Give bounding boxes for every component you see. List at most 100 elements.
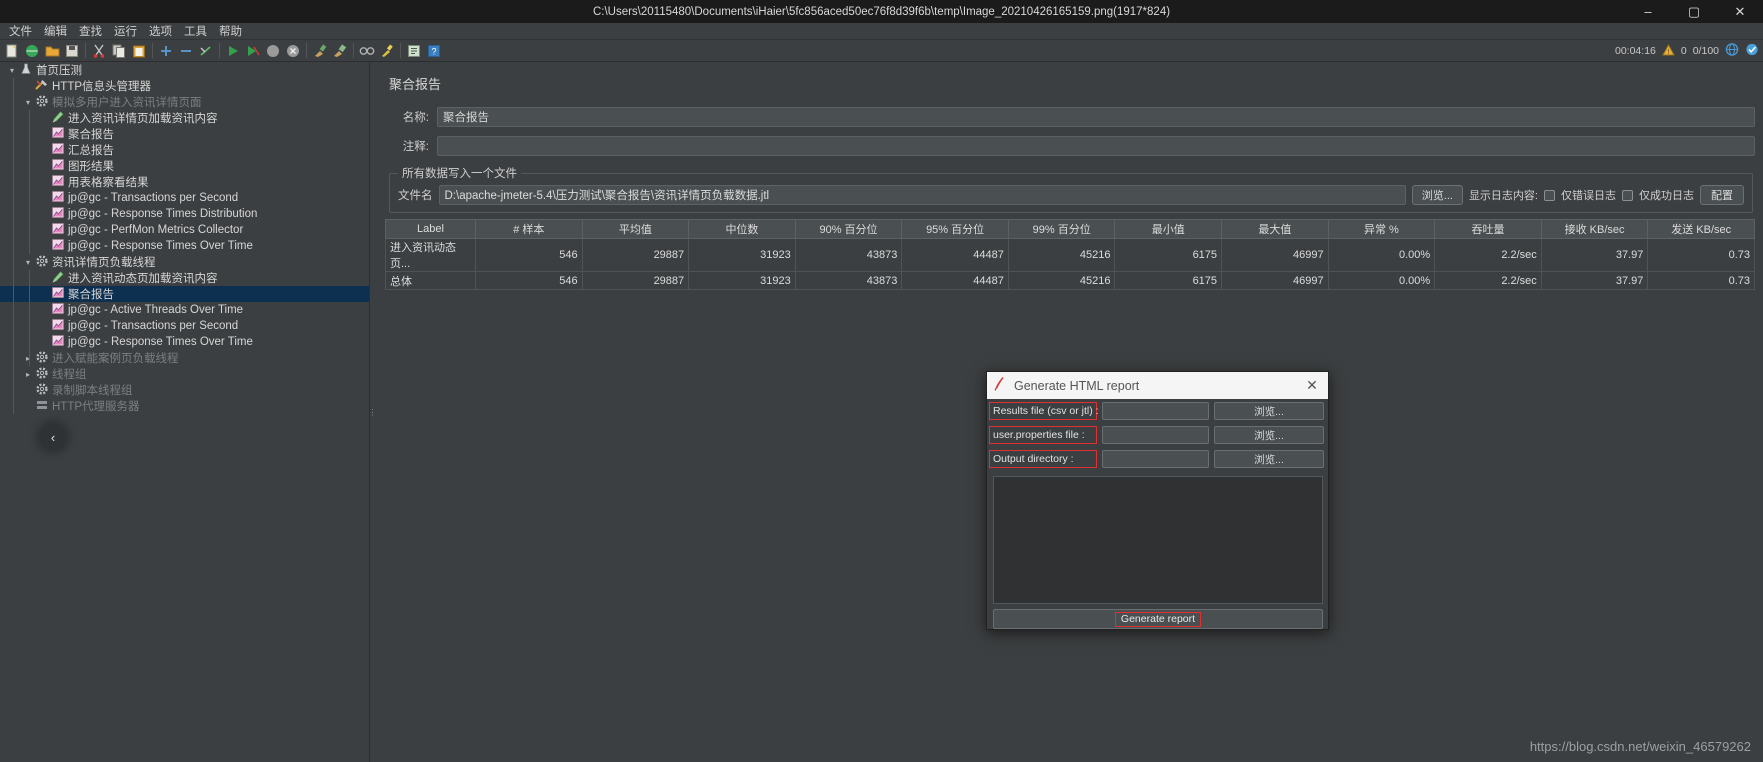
globe-icon[interactable] [1725,43,1739,59]
menu-item-edit[interactable]: 编辑 [38,22,73,40]
paste-icon[interactable] [129,41,149,61]
menu-item-help[interactable]: 帮助 [213,22,248,40]
menu-item-run[interactable]: 运行 [108,22,143,40]
menu-item-options[interactable]: 选项 [143,22,178,40]
tree-item[interactable]: 用表格察看结果 [0,174,369,190]
tree-item[interactable]: ▾ 首页压测 [0,62,369,78]
start-no-pauses-icon[interactable] [243,41,263,61]
tree-item[interactable]: jp@gc - PerfMon Metrics Collector [0,222,369,238]
minimize-button[interactable]: – [1625,0,1671,23]
maximize-button[interactable]: ▢ [1671,0,1717,23]
table-column-header[interactable]: # 样本 [475,219,583,239]
name-input[interactable]: 聚合报告 [437,107,1755,127]
collapse-icon[interactable] [176,41,196,61]
expand-icon[interactable] [156,41,176,61]
generate-html-report-dialog[interactable]: Generate HTML report ✕ Results file (csv… [986,371,1329,630]
clear-all-icon[interactable] [330,41,350,61]
cut-icon[interactable] [89,41,109,61]
open-icon[interactable] [42,41,62,61]
tree-item[interactable]: jp@gc - Active Threads Over Time [0,302,369,318]
warning-icon[interactable]: ! [1662,43,1675,59]
tree-item[interactable]: ▸ 进入赋能案例页负载线程 [0,350,369,366]
dialog-close-icon[interactable]: ✕ [1304,377,1320,393]
tree-item[interactable]: HTTP信息头管理器 [0,78,369,94]
tree-item[interactable]: jp@gc - Transactions per Second [0,190,369,206]
filename-input[interactable]: D:\apache-jmeter-5.4\压力测试\聚合报告\资讯详情页负载数据… [438,185,1406,205]
tree-item[interactable]: HTTP代理服务器 [0,398,369,414]
status-icon[interactable] [1745,43,1759,59]
table-column-header[interactable]: 中位数 [688,219,796,239]
chevron-right-icon[interactable]: ▸ [22,354,34,363]
only-success-checkbox[interactable] [1622,189,1633,201]
search-icon[interactable] [357,41,377,61]
chevron-down-icon[interactable]: ▾ [6,66,18,75]
user-properties-file-input[interactable] [1102,426,1209,444]
tree-item[interactable]: 汇总报告 [0,142,369,158]
tree-item[interactable]: 图形结果 [0,158,369,174]
test-plan-tree[interactable]: ▾ 首页压测 HTTP信息头管理器 ▾ 模拟多用户进入资讯详情页面进入资讯详情页加载资讯… [0,62,370,762]
tree-item[interactable]: ▾ 模拟多用户进入资讯详情页面 [0,94,369,110]
chevron-down-icon[interactable]: ▾ [22,98,34,107]
help-icon[interactable]: ? [424,41,444,61]
generate-report-footer[interactable]: Generate report [993,609,1323,629]
tree-item[interactable]: 进入资讯详情页加载资讯内容 [0,110,369,126]
tree-item[interactable]: jp@gc - Response Times Distribution [0,206,369,222]
toggle-icon[interactable] [196,41,216,61]
menu-item-tools[interactable]: 工具 [178,22,213,40]
clear-icon[interactable] [310,41,330,61]
table-cell: 29887 [581,271,690,290]
table-column-header[interactable]: 99% 百分位 [1007,219,1116,239]
results-file-browse-button[interactable]: 浏览... [1214,402,1324,420]
table-column-header[interactable]: 异常 % [1327,219,1436,239]
only-errors-checkbox[interactable] [1544,189,1555,201]
search-reset-icon[interactable] [377,41,397,61]
generate-report-button[interactable]: Generate report [1114,611,1202,627]
menu-item-file[interactable]: 文件 [3,22,38,40]
output-directory-browse-button[interactable]: 浏览... [1214,450,1324,468]
collapse-sidebar-button[interactable]: ‹ [40,424,66,450]
chevron-down-icon[interactable]: ▾ [22,258,34,267]
user-properties-file-browse-button[interactable]: 浏览... [1214,426,1324,444]
tree-item[interactable]: 聚合报告 [0,126,369,142]
table-row[interactable]: 总体 546 29887 31923 43873 44487 45216 6175 46997 0… [385,271,1755,290]
tree-item[interactable]: jp@gc - Response Times Over Time [0,238,369,254]
function-helper-icon[interactable] [404,41,424,61]
browse-button[interactable]: 浏览... [1411,185,1463,205]
table-column-header[interactable]: 90% 百分位 [794,219,903,239]
listener-icon [50,303,65,317]
output-directory-input[interactable] [1102,450,1209,468]
start-icon[interactable] [223,41,243,61]
table-row[interactable]: 进入资讯动态页... 546 29887 31923 43873 44487 45216 61… [385,238,1755,272]
menu-item-search[interactable]: 查找 [73,22,108,40]
table-column-header[interactable]: 发送 KB/sec [1647,219,1755,239]
shutdown-icon[interactable] [283,41,303,61]
tree-item-label: 汇总报告 [68,145,114,157]
page-title: 聚合报告 [389,77,442,92]
results-file-input[interactable] [1102,402,1209,420]
tree-item[interactable]: jp@gc - Response Times Over Time [0,334,369,350]
tree-item[interactable]: ▸ 线程组 [0,366,369,382]
table-column-header[interactable]: 吞吐量 [1434,219,1542,239]
log-display-label: 显示日志内容: [1468,190,1538,202]
table-column-header[interactable]: 95% 百分位 [901,219,1009,239]
table-column-header[interactable]: 平均值 [581,219,690,239]
save-icon[interactable] [62,41,82,61]
chevron-right-icon[interactable]: ▸ [22,370,34,379]
tree-item[interactable]: ▾ 资讯详情页负载线程 [0,254,369,270]
close-button[interactable]: ✕ [1717,0,1763,23]
table-column-header[interactable]: 接收 KB/sec [1540,219,1649,239]
new-icon[interactable] [2,41,22,61]
templates-icon[interactable] [22,41,42,61]
comment-input[interactable] [437,136,1755,156]
table-column-header[interactable]: Label [385,219,476,239]
table-column-header[interactable]: 最小值 [1114,219,1223,239]
tree-item[interactable]: jp@gc - Transactions per Second [0,318,369,334]
tree-item[interactable]: 聚合报告 [0,286,369,302]
tree-item-label: 进入资讯详情页加载资讯内容 [68,113,218,125]
tree-item[interactable]: 进入资讯动态页加载资讯内容 [0,270,369,286]
stop-icon[interactable] [263,41,283,61]
copy-icon[interactable] [109,41,129,61]
configure-button[interactable]: 配置 [1700,185,1744,205]
table-column-header[interactable]: 最大值 [1221,219,1329,239]
tree-item[interactable]: 录制脚本线程组 [0,382,369,398]
